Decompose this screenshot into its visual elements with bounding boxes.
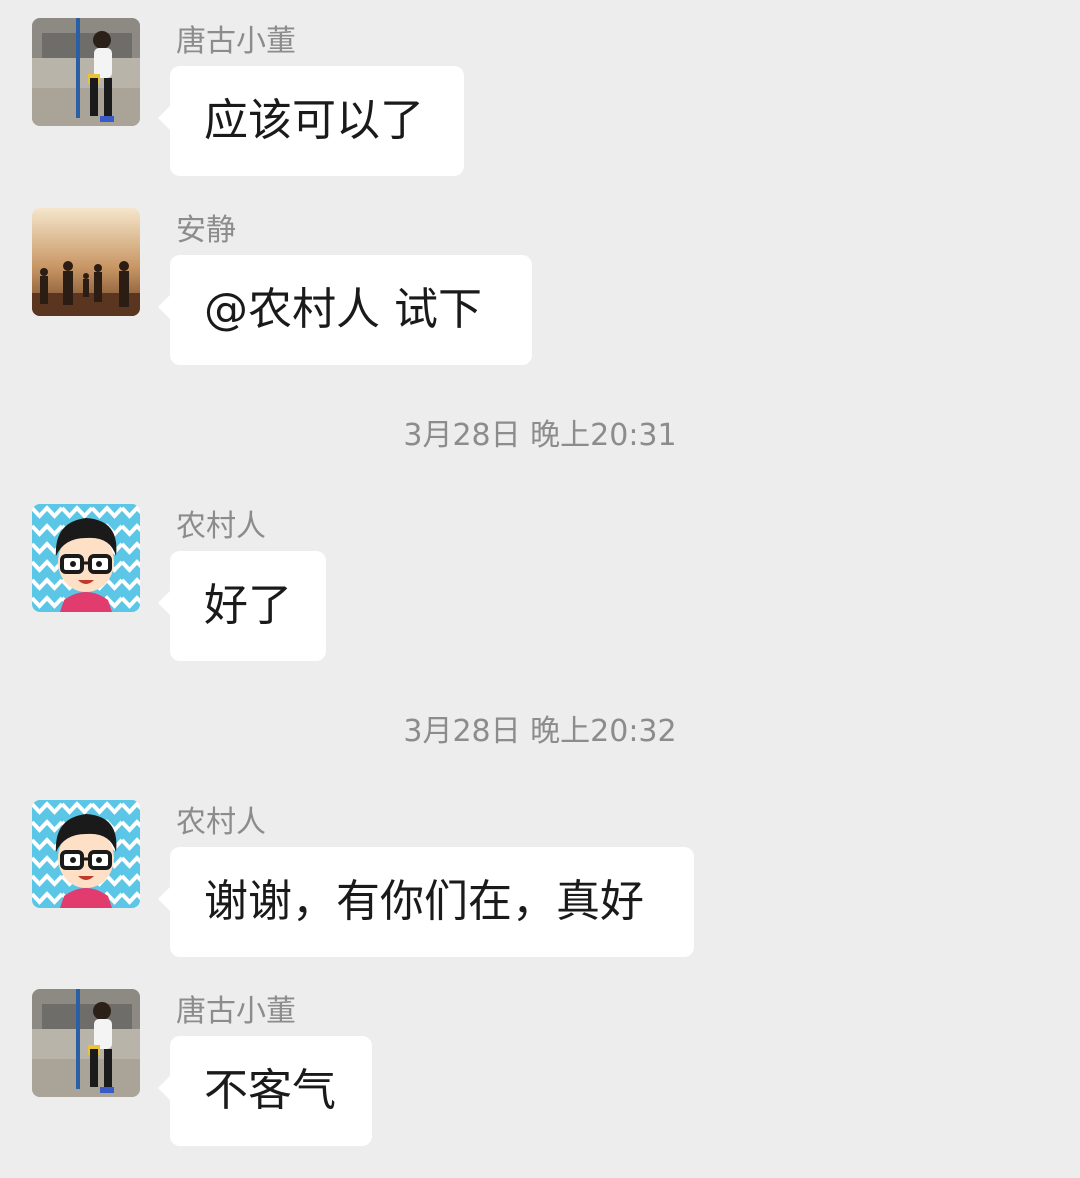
timestamp: 3月28日 晚上20:32 bbox=[403, 714, 677, 749]
cartoon-glasses-avatar[interactable] bbox=[32, 800, 140, 908]
message-bubble[interactable]: 应该可以了 bbox=[158, 66, 464, 176]
boy-photo-avatar[interactable] bbox=[32, 989, 140, 1097]
message-bubble[interactable]: 谢谢，有你们在，真好 bbox=[158, 847, 694, 957]
message-bubble[interactable]: 不客气 bbox=[158, 1036, 372, 1146]
sender-name: 农村人 bbox=[176, 805, 266, 840]
sender-name: 安静 bbox=[176, 213, 236, 248]
message-bubble[interactable]: @农村人 试下 bbox=[158, 255, 532, 365]
boy-photo-avatar[interactable] bbox=[32, 18, 140, 126]
sender-name: 农村人 bbox=[176, 509, 266, 544]
timestamp: 3月28日 晚上20:31 bbox=[403, 418, 677, 453]
band-photo-avatar[interactable] bbox=[32, 208, 140, 316]
sender-name: 唐古小董 bbox=[176, 994, 296, 1029]
message-bubble[interactable]: 好了 bbox=[158, 551, 326, 661]
sender-name: 唐古小董 bbox=[176, 24, 296, 59]
cartoon-glasses-avatar[interactable] bbox=[32, 504, 140, 612]
